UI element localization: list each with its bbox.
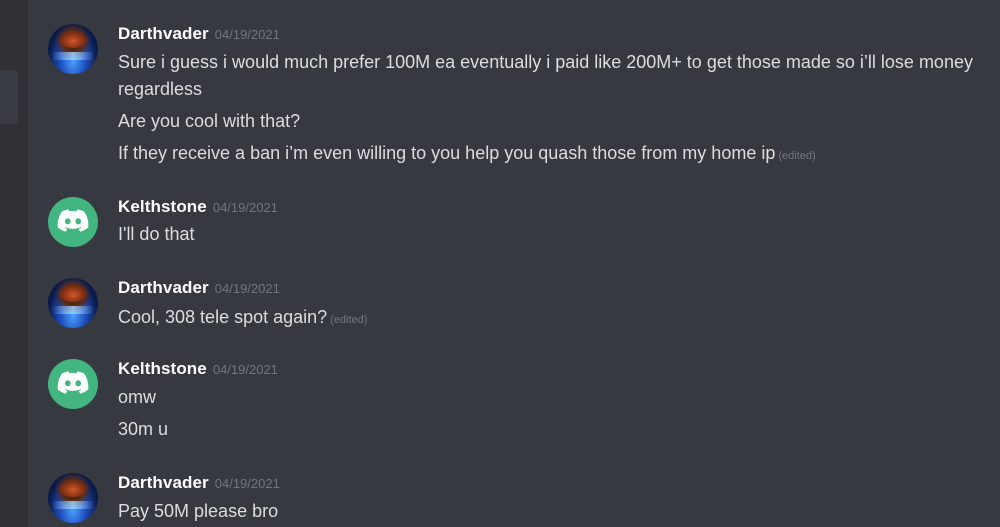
message-list: Darthvader 04/19/2021 Sure i guess i woul… [28, 0, 1000, 527]
timestamp: 04/19/2021 [212, 362, 278, 377]
message-text: Sure i guess i would much prefer 100M ea… [118, 52, 973, 99]
message-line: Are you cool with that? [118, 108, 980, 135]
discord-icon [57, 371, 89, 394]
left-sidebar [0, 0, 28, 527]
avatar[interactable] [48, 473, 98, 523]
avatar[interactable] [48, 278, 98, 328]
edited-label: (edited) [330, 314, 368, 326]
avatar[interactable] [48, 359, 98, 409]
sidebar-tab[interactable] [0, 70, 18, 124]
timestamp: 04/19/2021 [212, 200, 278, 215]
timestamp: 04/19/2021 [214, 281, 280, 296]
username[interactable]: Darthvader [118, 473, 209, 492]
discord-icon [57, 209, 89, 232]
message-header: Kelthstone 04/19/2021 [118, 359, 278, 379]
message-text: Are you cool with that? [118, 111, 301, 131]
edited-label: (edited) [778, 150, 816, 162]
message-line: Cool, 308 tele spot again? (edited) [118, 304, 980, 334]
message-text: If they receive a ban i’m even willing t… [118, 143, 776, 163]
message-header: Darthvader 04/19/2021 [118, 24, 280, 44]
timestamp: 04/19/2021 [214, 27, 280, 42]
username[interactable]: Darthvader [118, 278, 209, 297]
message-text: 30m u [118, 419, 169, 439]
username[interactable]: Kelthstone [118, 197, 207, 216]
username[interactable]: Darthvader [118, 24, 209, 43]
message-line: Pay 50M please bro [118, 498, 980, 525]
avatar[interactable] [48, 197, 98, 247]
username[interactable]: Kelthstone [118, 359, 207, 378]
message-line: I'll do that [118, 221, 980, 248]
message-line: 30m u [118, 416, 980, 443]
message-header: Darthvader 04/19/2021 [118, 278, 280, 298]
message-text: omw [118, 387, 157, 407]
message-line: Sure i guess i would much prefer 100M ea… [118, 49, 980, 103]
message-text: Cool, 308 tele spot again? [118, 307, 328, 327]
timestamp: 04/19/2021 [214, 476, 280, 491]
avatar[interactable] [48, 24, 98, 74]
message-text: I'll do that [118, 224, 195, 244]
message-text: Pay 50M please bro [118, 501, 279, 521]
message-header: Kelthstone 04/19/2021 [118, 197, 278, 217]
message-header: Darthvader 04/19/2021 [118, 473, 280, 493]
message-line: omw [118, 384, 980, 411]
message-line: If they receive a ban i’m even willing t… [118, 140, 980, 170]
